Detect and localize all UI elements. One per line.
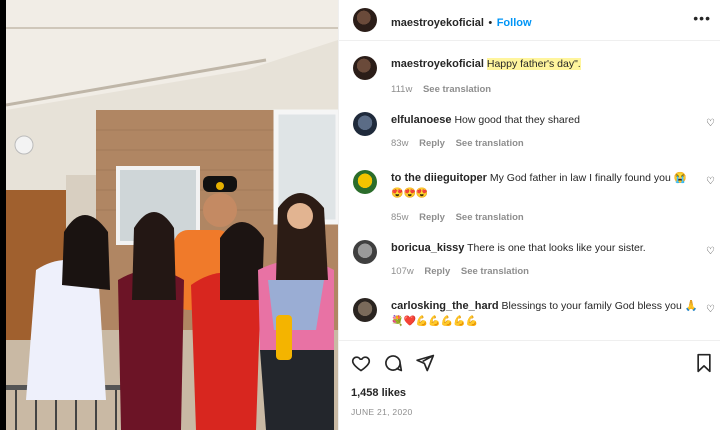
comment-time: 107w: [391, 266, 414, 277]
caption: maestroyekoficial Happy father's day". 1…: [391, 57, 711, 97]
caption-see-translation[interactable]: See translation: [423, 84, 491, 95]
see-translation-button[interactable]: See translation: [456, 138, 524, 149]
comment-username[interactable]: carlosking_the_hard: [391, 300, 499, 312]
caption-meta: 111w See translation: [391, 83, 711, 97]
comment-time: 83w: [391, 138, 409, 149]
comment-text: My God father in law I finally found you…: [489, 172, 687, 184]
commenter-avatar-2[interactable]: [353, 170, 377, 194]
comment-username[interactable]: elfulanoese: [391, 114, 452, 126]
post-details-panel: maestroyekoficial • Follow ••• maestroye…: [338, 0, 720, 430]
comment-1: elfulanoese How good that they shared 83…: [391, 113, 691, 151]
comment-2: to the diieguitoper My God father in law…: [391, 171, 691, 225]
see-translation-button[interactable]: See translation: [461, 266, 529, 277]
comment-meta: 107w Reply See translation: [391, 265, 691, 279]
commenter-avatar-4[interactable]: [353, 298, 377, 322]
post-header: maestroyekoficial • Follow •••: [339, 0, 720, 41]
more-options-icon[interactable]: •••: [693, 10, 711, 26]
like-comment-heart-icon[interactable]: ♡: [706, 176, 715, 187]
comment-username[interactable]: boricua_kissy: [391, 242, 464, 254]
caption-username[interactable]: maestroyekoficial: [391, 58, 484, 70]
post-date: JUNE 21, 2020: [351, 407, 413, 417]
reply-button[interactable]: Reply: [419, 138, 445, 149]
family-photo-illustration: [6, 0, 338, 430]
comment-4: carlosking_the_hard Blessings to your fa…: [391, 299, 701, 329]
comment-text: How good that they shared: [454, 114, 580, 126]
caption-text: Happy father's day".: [486, 58, 581, 70]
like-comment-heart-icon[interactable]: ♡: [706, 304, 715, 315]
comment-emoji-line: 😍😍😍: [391, 188, 429, 199]
post-photo[interactable]: [6, 0, 338, 430]
comment-username[interactable]: to the diieguitoper: [391, 172, 487, 184]
post-actions-area: 1,458 likes JUNE 21, 2020: [339, 340, 720, 430]
like-comment-heart-icon[interactable]: ♡: [706, 246, 715, 257]
comment-3: boricua_kissy There is one that looks li…: [391, 241, 691, 279]
commenter-avatar-1[interactable]: [353, 112, 377, 136]
share-icon[interactable]: [415, 353, 435, 373]
comment-meta: 83w Reply See translation: [391, 137, 691, 151]
reply-button[interactable]: Reply: [419, 212, 445, 223]
reply-button[interactable]: Reply: [424, 266, 450, 277]
author-username[interactable]: maestroyekoficial: [391, 17, 484, 29]
caption-time: 111w: [391, 84, 413, 95]
see-translation-button[interactable]: See translation: [456, 212, 524, 223]
like-comment-heart-icon[interactable]: ♡: [706, 118, 715, 129]
heart-icon[interactable]: [351, 353, 371, 373]
author-avatar[interactable]: [353, 8, 377, 32]
comment-text: There is one that looks like your sister…: [467, 242, 646, 254]
comment-meta: 85w Reply See translation: [391, 211, 691, 225]
separator-dot: •: [488, 17, 493, 29]
commenter-avatar-3[interactable]: [353, 240, 377, 264]
caption-avatar[interactable]: [353, 56, 377, 80]
bookmark-icon[interactable]: [695, 353, 713, 373]
follow-button[interactable]: Follow: [497, 17, 532, 29]
comment-text: Blessings to your family God bless you 🙏: [501, 300, 698, 312]
comment-emoji-line: 💐❤️💪💪💪💪💪: [391, 316, 479, 327]
likes-count[interactable]: 1,458 likes: [351, 387, 406, 399]
instagram-post: maestroyekoficial • Follow ••• maestroye…: [0, 0, 720, 430]
comment-icon[interactable]: [383, 353, 403, 373]
comment-time: 85w: [391, 212, 409, 223]
